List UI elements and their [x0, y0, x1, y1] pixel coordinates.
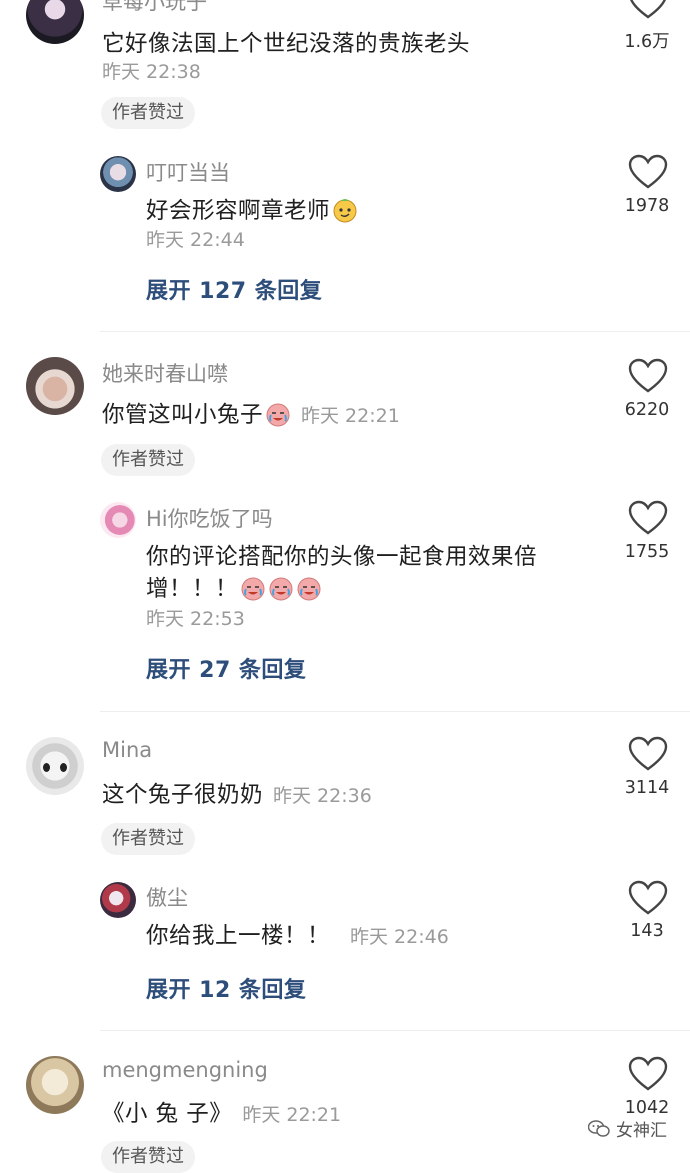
reply-author[interactable]: 叮叮当当	[146, 157, 230, 187]
reply-text-line1: 你的评论搭配你的头像一起食用效果倍	[146, 544, 538, 570]
divider	[100, 711, 690, 712]
like-count: 1042	[624, 1098, 670, 1118]
comment-text-content: 你管这叫小兔子	[102, 402, 264, 428]
reply-text-line2: 增！！！	[146, 571, 322, 603]
comment-text: 它好像法国上个世纪没落的贵族老头	[102, 31, 471, 57]
reply-text: 你给我上一楼！！ 昨天 22:46	[146, 918, 449, 950]
author-liked-badge: 作者赞过	[101, 823, 195, 855]
cat-eye-right	[60, 763, 67, 772]
comment-author[interactable]: Mina	[102, 738, 152, 762]
reply-text-content: 好会形容啊章老师	[146, 198, 331, 224]
like-icon[interactable]	[628, 880, 668, 916]
avatar[interactable]	[26, 1056, 84, 1114]
watermark-text: 女神汇	[616, 1121, 667, 1141]
reply-author[interactable]: 傲尘	[146, 882, 188, 912]
expand-replies-link[interactable]: 展开 27 条回复	[146, 652, 306, 684]
avatar[interactable]	[26, 0, 84, 44]
reply-avatar[interactable]	[100, 882, 136, 918]
divider	[100, 331, 690, 332]
watermark: 女神汇	[588, 1116, 667, 1141]
comment-time: 昨天 22:38	[102, 61, 201, 83]
expand-replies-link[interactable]: 展开 127 条回复	[146, 273, 322, 305]
comment-text: 你管这叫小兔子 昨天 22:21	[102, 397, 400, 429]
comment-author[interactable]: mengmengning	[102, 1058, 268, 1082]
reply-author[interactable]: Hi你吃饭了吗	[146, 503, 273, 533]
divider	[100, 1030, 690, 1031]
like-count: 1978	[624, 196, 670, 216]
comment-time: 昨天 22:36	[273, 785, 372, 807]
cat-eye-left	[43, 763, 50, 772]
comment-author[interactable]: 她来时春山噤	[102, 358, 228, 388]
crying-laugh-emoji-icon	[266, 403, 290, 427]
like-count: 143	[630, 921, 664, 941]
expand-replies-link[interactable]: 展开 12 条回复	[146, 972, 306, 1004]
comment-author[interactable]: 草莓小玩子	[102, 0, 207, 16]
like-icon[interactable]	[628, 154, 668, 190]
author-liked-badge: 作者赞过	[101, 444, 195, 476]
crying-laugh-emoji-icon	[297, 577, 321, 601]
like-count: 3114	[624, 778, 670, 798]
crying-laugh-emoji-icon	[241, 577, 265, 601]
smirk-emoji-icon	[333, 199, 357, 223]
reply-text-content: 增！！！	[146, 576, 239, 602]
like-icon[interactable]	[628, 0, 668, 20]
like-icon[interactable]	[628, 1056, 668, 1092]
comment-text-content: 这个兔子很奶奶	[102, 782, 264, 808]
reply-time: 昨天 22:53	[146, 608, 245, 630]
reply-avatar[interactable]	[100, 156, 136, 192]
avatar[interactable]	[26, 737, 84, 795]
like-icon[interactable]	[628, 736, 668, 772]
reply-time: 昨天 22:46	[350, 926, 449, 948]
like-count: 1755	[624, 542, 670, 562]
reply-time: 昨天 22:44	[146, 229, 245, 251]
author-liked-badge: 作者赞过	[101, 1141, 195, 1173]
crying-laugh-emoji-icon	[269, 577, 293, 601]
comment-text-content: 《小 兔 子》	[102, 1101, 233, 1127]
like-icon[interactable]	[628, 358, 668, 394]
like-count: 1.6万	[624, 32, 670, 52]
author-liked-badge: 作者赞过	[101, 97, 195, 129]
wechat-logo-icon	[588, 1119, 610, 1137]
like-icon[interactable]	[628, 500, 668, 536]
reply-text: 好会形容啊章老师	[146, 193, 358, 225]
reply-text-content: 你给我上一楼！！	[146, 923, 331, 949]
comment-time: 昨天 22:21	[301, 405, 400, 427]
comment-time: 昨天 22:21	[242, 1104, 342, 1126]
reply-avatar[interactable]	[100, 502, 136, 538]
comment-text: 这个兔子很奶奶 昨天 22:36	[102, 777, 372, 809]
comment-text: 《小 兔 子》 昨天 22:21	[102, 1096, 341, 1128]
avatar[interactable]	[26, 357, 84, 415]
like-count: 6220	[624, 400, 670, 420]
